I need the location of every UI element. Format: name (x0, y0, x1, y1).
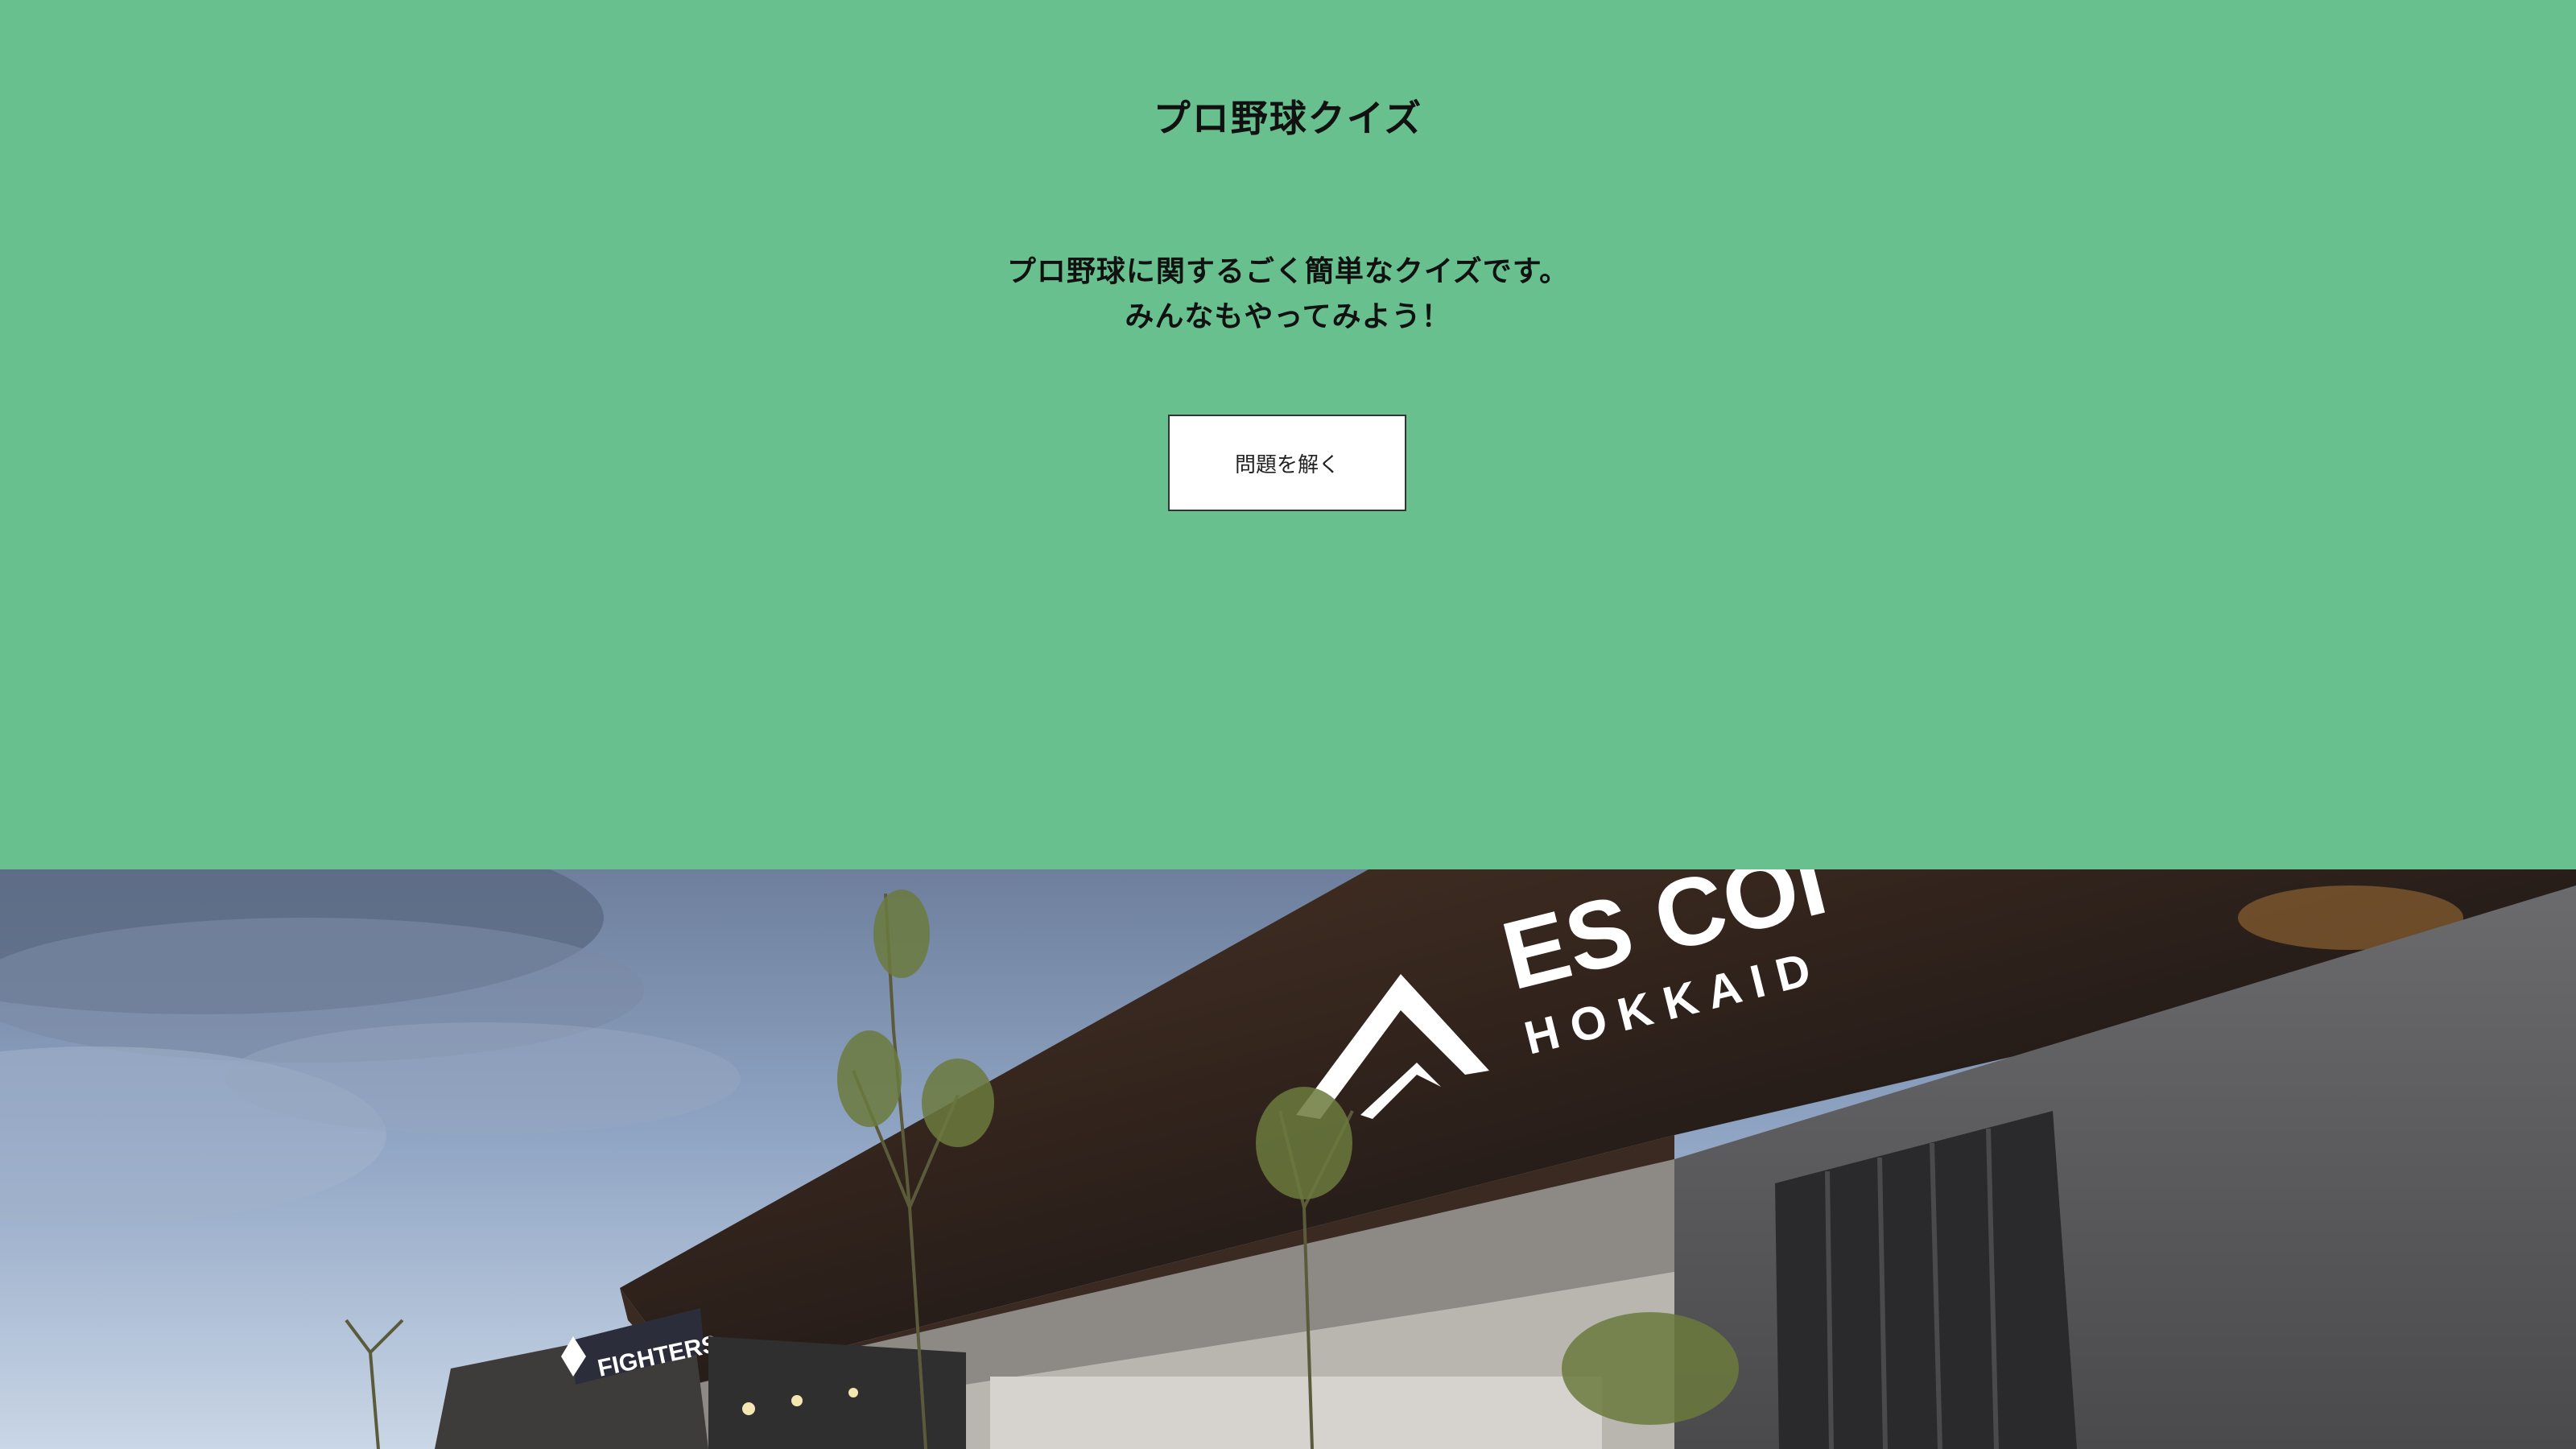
page-title: プロ野球クイズ (1153, 97, 1423, 140)
intro-line-1: プロ野球に関するごく簡単なクイズです。 (1006, 255, 1570, 288)
stadium-photo-image: ES COI H O K K A I D FIGHTERS (0, 869, 2576, 1449)
page: プロ野球クイズ プロ野球に関するごく簡単なクイズです。 みんなもやってみよう！ … (0, 0, 2576, 1449)
intro-line-2: みんなもやってみよう！ (1125, 300, 1451, 333)
stadium-photo: ES COI H O K K A I D FIGHTERS (0, 869, 2576, 1449)
hero-section: プロ野球クイズ プロ野球に関するごく簡単なクイズです。 みんなもやってみよう！ … (0, 0, 2576, 869)
intro-description: プロ野球に関するごく簡単なクイズです。 みんなもやってみよう！ (0, 250, 2576, 340)
start-quiz-button[interactable]: 問題を解く (1168, 415, 1406, 511)
